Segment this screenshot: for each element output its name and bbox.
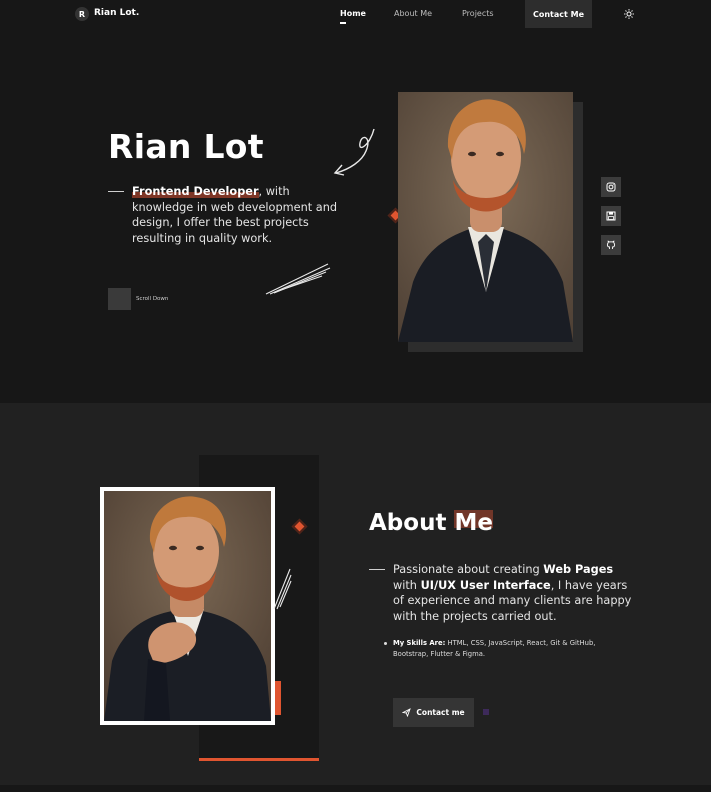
- hero-divider: [108, 191, 124, 192]
- hero-description: Frontend Developer, with knowledge in we…: [132, 184, 347, 246]
- instagram-icon[interactable]: [601, 177, 621, 197]
- scribble-decoration: [265, 263, 331, 295]
- scroll-down-button[interactable]: [108, 288, 131, 310]
- about-title: About Me: [369, 510, 493, 536]
- curl-arrow-decoration: [333, 128, 375, 176]
- github-icon[interactable]: [601, 235, 621, 255]
- logo-mark[interactable]: R: [75, 7, 89, 21]
- hero-role: Frontend Developer: [132, 185, 259, 198]
- contact-me-button[interactable]: Contact me: [393, 698, 474, 727]
- about-desc-text: Passionate about creating: [393, 563, 544, 576]
- about-description: Passionate about creating Web Pages with…: [393, 562, 638, 624]
- sun-icon[interactable]: [624, 9, 634, 19]
- hero-portrait: [398, 92, 573, 342]
- save-icon[interactable]: [601, 206, 621, 226]
- scroll-down-label[interactable]: Scroll Down: [136, 296, 168, 302]
- send-icon: [402, 708, 412, 717]
- about-portrait-frame: [100, 487, 275, 725]
- skills-list-item: My Skills Are: HTML, CSS, JavaScript, Re…: [384, 638, 624, 659]
- about-title-highlight: Me: [454, 510, 493, 536]
- about-title-main: About: [369, 510, 455, 536]
- hero-title: Rian Lot: [108, 127, 264, 166]
- header: R Rian Lot. Home About Me Projects Conta…: [0, 0, 711, 28]
- about-divider: [369, 569, 385, 570]
- about-accent-bar: [274, 681, 281, 715]
- logo-text[interactable]: Rian Lot.: [94, 8, 139, 18]
- scribble-decoration: [273, 568, 292, 610]
- about-desc-bold: Web Pages: [543, 563, 614, 576]
- nav-about[interactable]: About Me: [394, 9, 432, 18]
- decorative-dot: [483, 709, 489, 715]
- nav-projects[interactable]: Projects: [462, 9, 494, 18]
- about-desc-text: with: [393, 578, 421, 592]
- about-portrait: [104, 491, 271, 721]
- nav-contact-button[interactable]: Contact Me: [525, 0, 592, 28]
- skills-label: My Skills Are:: [393, 639, 446, 647]
- section-divider: [0, 785, 711, 792]
- contact-me-label: Contact me: [416, 708, 465, 717]
- about-desc-bold: UI/UX User Interface: [420, 578, 551, 592]
- nav-home[interactable]: Home: [340, 9, 366, 24]
- about-accent-line: [199, 758, 319, 761]
- bullet: [384, 642, 387, 645]
- skills-text: My Skills Are: HTML, CSS, JavaScript, Re…: [384, 638, 624, 659]
